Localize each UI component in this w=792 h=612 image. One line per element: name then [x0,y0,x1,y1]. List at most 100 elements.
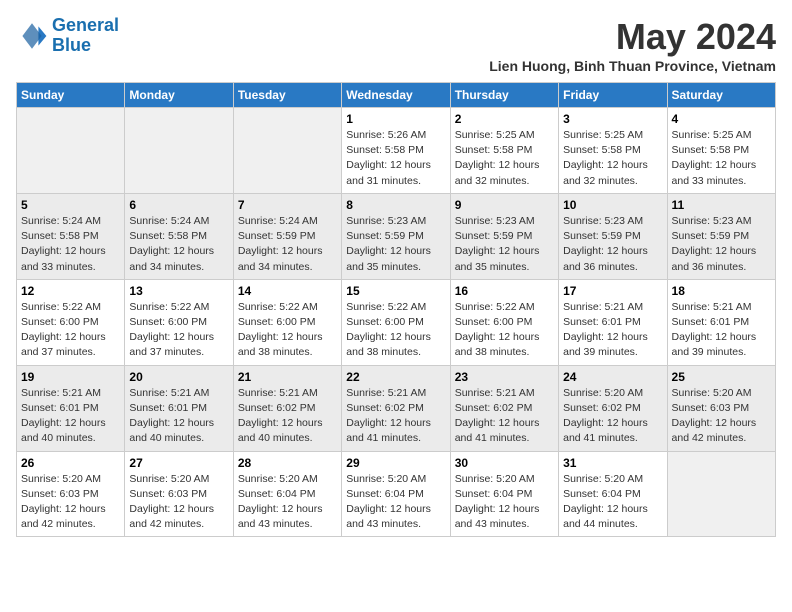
day-info: Sunrise: 5:20 AM Sunset: 6:04 PM Dayligh… [563,472,662,533]
day-number: 8 [346,198,445,212]
calendar-cell: 28 Sunrise: 5:20 AM Sunset: 6:04 PM Dayli… [233,451,341,537]
day-info: Sunrise: 5:23 AM Sunset: 5:59 PM Dayligh… [563,214,662,275]
calendar-cell: 26 Sunrise: 5:20 AM Sunset: 6:03 PM Dayli… [17,451,125,537]
weekday-header-wednesday: Wednesday [342,83,450,108]
day-info: Sunrise: 5:26 AM Sunset: 5:58 PM Dayligh… [346,128,445,189]
day-info: Sunrise: 5:21 AM Sunset: 6:02 PM Dayligh… [238,386,337,447]
day-number: 6 [129,198,228,212]
day-info: Sunrise: 5:20 AM Sunset: 6:03 PM Dayligh… [129,472,228,533]
calendar-cell: 9 Sunrise: 5:23 AM Sunset: 5:59 PM Daylig… [450,193,558,279]
calendar-cell: 3 Sunrise: 5:25 AM Sunset: 5:58 PM Daylig… [559,108,667,194]
day-info: Sunrise: 5:20 AM Sunset: 6:04 PM Dayligh… [346,472,445,533]
day-number: 31 [563,456,662,470]
calendar-table: SundayMondayTuesdayWednesdayThursdayFrid… [16,82,776,537]
day-info: Sunrise: 5:20 AM Sunset: 6:03 PM Dayligh… [672,386,771,447]
day-info: Sunrise: 5:23 AM Sunset: 5:59 PM Dayligh… [346,214,445,275]
day-number: 20 [129,370,228,384]
weekday-header-row: SundayMondayTuesdayWednesdayThursdayFrid… [17,83,776,108]
calendar-cell [125,108,233,194]
location-subtitle: Lien Huong, Binh Thuan Province, Vietnam [489,58,776,74]
calendar-week-row: 5 Sunrise: 5:24 AM Sunset: 5:58 PM Daylig… [17,193,776,279]
calendar-week-row: 19 Sunrise: 5:21 AM Sunset: 6:01 PM Dayli… [17,365,776,451]
day-info: Sunrise: 5:25 AM Sunset: 5:58 PM Dayligh… [672,128,771,189]
logo-text: General Blue [52,16,119,56]
calendar-week-row: 1 Sunrise: 5:26 AM Sunset: 5:58 PM Daylig… [17,108,776,194]
calendar-cell: 8 Sunrise: 5:23 AM Sunset: 5:59 PM Daylig… [342,193,450,279]
day-info: Sunrise: 5:22 AM Sunset: 6:00 PM Dayligh… [238,300,337,361]
day-number: 5 [21,198,120,212]
day-number: 30 [455,456,554,470]
day-info: Sunrise: 5:22 AM Sunset: 6:00 PM Dayligh… [21,300,120,361]
weekday-header-thursday: Thursday [450,83,558,108]
calendar-week-row: 26 Sunrise: 5:20 AM Sunset: 6:03 PM Dayli… [17,451,776,537]
weekday-header-sunday: Sunday [17,83,125,108]
title-block: May 2024 Lien Huong, Binh Thuan Province… [489,16,776,74]
logo-line1: General [52,15,119,35]
day-number: 10 [563,198,662,212]
weekday-header-tuesday: Tuesday [233,83,341,108]
day-number: 2 [455,112,554,126]
day-info: Sunrise: 5:23 AM Sunset: 5:59 PM Dayligh… [455,214,554,275]
month-title: May 2024 [489,16,776,58]
calendar-cell: 10 Sunrise: 5:23 AM Sunset: 5:59 PM Dayli… [559,193,667,279]
calendar-cell: 5Sunrise: 5:24 AM Sunset: 5:58 PM Daylig… [17,193,125,279]
day-info: Sunrise: 5:25 AM Sunset: 5:58 PM Dayligh… [455,128,554,189]
logo-line2: Blue [52,35,91,55]
calendar-cell: 23 Sunrise: 5:21 AM Sunset: 6:02 PM Dayli… [450,365,558,451]
day-number: 12 [21,284,120,298]
day-info: Sunrise: 5:22 AM Sunset: 6:00 PM Dayligh… [346,300,445,361]
calendar-cell: 15 Sunrise: 5:22 AM Sunset: 6:00 PM Dayli… [342,279,450,365]
day-number: 16 [455,284,554,298]
day-number: 11 [672,198,771,212]
day-info: Sunrise: 5:24 AM Sunset: 5:58 PM Dayligh… [129,214,228,275]
calendar-cell: 17Sunrise: 5:21 AM Sunset: 6:01 PM Dayli… [559,279,667,365]
calendar-week-row: 12 Sunrise: 5:22 AM Sunset: 6:00 PM Dayli… [17,279,776,365]
day-number: 21 [238,370,337,384]
calendar-cell: 11 Sunrise: 5:23 AM Sunset: 5:59 PM Dayli… [667,193,775,279]
calendar-cell [667,451,775,537]
weekday-header-friday: Friday [559,83,667,108]
day-info: Sunrise: 5:23 AM Sunset: 5:59 PM Dayligh… [672,214,771,275]
day-number: 7 [238,198,337,212]
calendar-cell: 2 Sunrise: 5:25 AM Sunset: 5:58 PM Daylig… [450,108,558,194]
day-info: Sunrise: 5:21 AM Sunset: 6:01 PM Dayligh… [129,386,228,447]
day-info: Sunrise: 5:21 AM Sunset: 6:02 PM Dayligh… [346,386,445,447]
day-number: 1 [346,112,445,126]
day-info: Sunrise: 5:20 AM Sunset: 6:02 PM Dayligh… [563,386,662,447]
calendar-cell: 20 Sunrise: 5:21 AM Sunset: 6:01 PM Dayli… [125,365,233,451]
calendar-cell: 7Sunrise: 5:24 AM Sunset: 5:59 PM Daylig… [233,193,341,279]
day-number: 9 [455,198,554,212]
calendar-cell: 18Sunrise: 5:21 AM Sunset: 6:01 PM Dayli… [667,279,775,365]
calendar-cell: 6 Sunrise: 5:24 AM Sunset: 5:58 PM Daylig… [125,193,233,279]
calendar-cell: 12 Sunrise: 5:22 AM Sunset: 6:00 PM Dayli… [17,279,125,365]
day-number: 14 [238,284,337,298]
day-info: Sunrise: 5:20 AM Sunset: 6:03 PM Dayligh… [21,472,120,533]
page-header: General Blue May 2024 Lien Huong, Binh T… [16,16,776,74]
day-number: 28 [238,456,337,470]
day-number: 17 [563,284,662,298]
day-info: Sunrise: 5:20 AM Sunset: 6:04 PM Dayligh… [238,472,337,533]
calendar-cell: 16Sunrise: 5:22 AM Sunset: 6:00 PM Dayli… [450,279,558,365]
day-info: Sunrise: 5:22 AM Sunset: 6:00 PM Dayligh… [129,300,228,361]
calendar-cell: 30 Sunrise: 5:20 AM Sunset: 6:04 PM Dayli… [450,451,558,537]
day-number: 19 [21,370,120,384]
weekday-header-monday: Monday [125,83,233,108]
day-info: Sunrise: 5:21 AM Sunset: 6:01 PM Dayligh… [21,386,120,447]
day-number: 3 [563,112,662,126]
day-info: Sunrise: 5:21 AM Sunset: 6:02 PM Dayligh… [455,386,554,447]
calendar-cell: 25Sunrise: 5:20 AM Sunset: 6:03 PM Dayli… [667,365,775,451]
day-number: 22 [346,370,445,384]
day-number: 29 [346,456,445,470]
day-info: Sunrise: 5:20 AM Sunset: 6:04 PM Dayligh… [455,472,554,533]
calendar-cell: 1 Sunrise: 5:26 AM Sunset: 5:58 PM Daylig… [342,108,450,194]
calendar-cell: 19 Sunrise: 5:21 AM Sunset: 6:01 PM Dayli… [17,365,125,451]
day-info: Sunrise: 5:25 AM Sunset: 5:58 PM Dayligh… [563,128,662,189]
day-number: 27 [129,456,228,470]
day-number: 23 [455,370,554,384]
calendar-cell: 22 Sunrise: 5:21 AM Sunset: 6:02 PM Dayli… [342,365,450,451]
day-number: 15 [346,284,445,298]
calendar-cell: 14 Sunrise: 5:22 AM Sunset: 6:00 PM Dayli… [233,279,341,365]
day-number: 26 [21,456,120,470]
calendar-cell: 29 Sunrise: 5:20 AM Sunset: 6:04 PM Dayli… [342,451,450,537]
calendar-cell [17,108,125,194]
